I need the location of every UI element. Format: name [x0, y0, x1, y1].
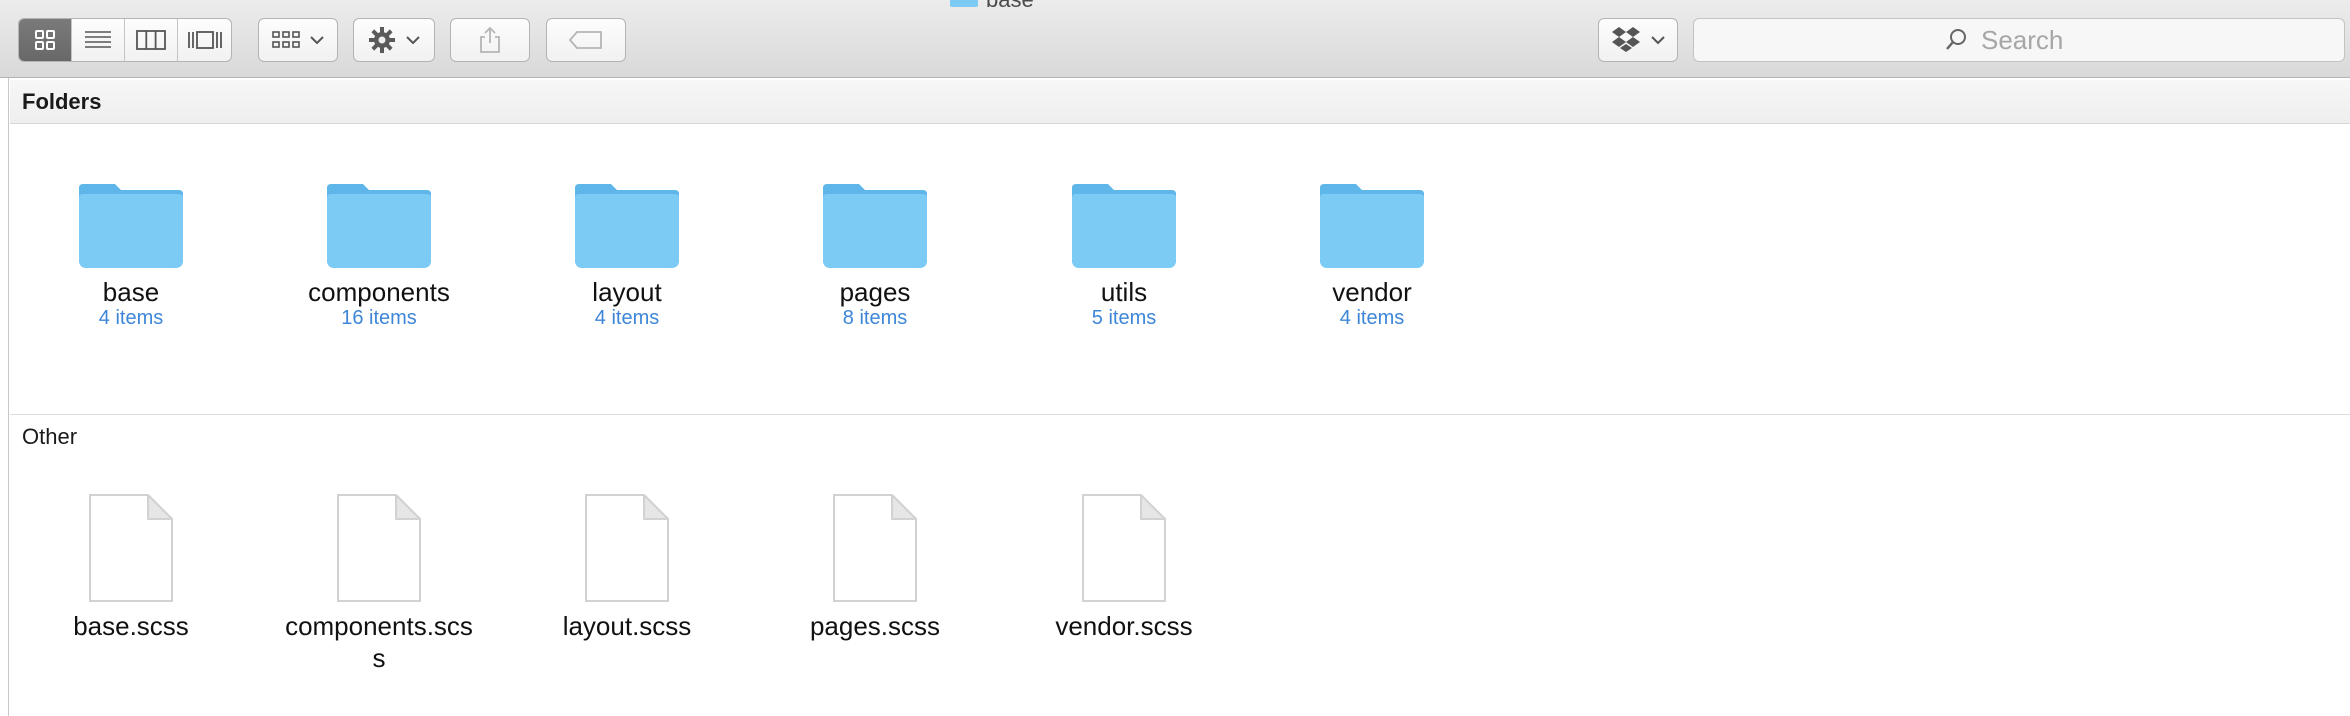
dropbox-icon	[1612, 27, 1640, 52]
folder-item[interactable]: layout 4 items	[517, 180, 737, 330]
file-name: base.scss	[73, 611, 189, 641]
folder-name: components	[308, 277, 450, 307]
folder-icon	[1320, 184, 1424, 268]
toolbar: base	[0, 0, 2350, 78]
document-icon	[1082, 494, 1166, 602]
view-mode-control	[18, 18, 232, 62]
action-menu-button[interactable]	[353, 18, 435, 62]
section-title: Other	[22, 423, 78, 449]
folder-item-count: 4 items	[1339, 307, 1405, 329]
cover-flow-icon	[187, 31, 222, 49]
folder-item[interactable]: utils 5 items	[1014, 180, 1234, 330]
folder-icon	[950, 0, 978, 7]
file-item[interactable]: vendor.scss	[1014, 492, 1234, 642]
file-name: layout.scss	[562, 611, 692, 641]
arrange-grid-icon	[272, 31, 300, 48]
folder-item-count: 4 items	[98, 307, 164, 329]
window-title-text: base	[986, 0, 1034, 13]
window-title: base	[950, 0, 1034, 12]
folder-name: base	[102, 277, 160, 307]
arrange-menu-button[interactable]	[258, 18, 338, 62]
document-icon	[337, 494, 421, 602]
folder-icon	[823, 184, 927, 268]
dropbox-button[interactable]	[1598, 18, 1678, 62]
file-name: pages.scss	[809, 611, 941, 641]
file-item[interactable]: components.scss	[269, 492, 489, 674]
folder-item[interactable]: base 4 items	[21, 180, 241, 330]
file-item[interactable]: pages.scss	[765, 492, 985, 642]
document-icon	[585, 494, 669, 602]
folder-item[interactable]: components 16 items	[269, 180, 489, 330]
folder-item-count: 4 items	[594, 307, 660, 329]
folders-section-header: Folders	[10, 80, 2350, 124]
search-icon	[1946, 29, 1966, 50]
folder-name: utils	[1100, 277, 1148, 307]
column-view-button[interactable]	[125, 19, 178, 61]
folder-icon	[1072, 184, 1176, 268]
file-item[interactable]: base.scss	[21, 492, 241, 642]
finder-window: base	[0, 0, 2350, 716]
gear-icon	[369, 27, 395, 53]
icon-view-button[interactable]	[19, 19, 72, 61]
folder-item-count: 8 items	[842, 307, 908, 329]
folder-icon	[575, 184, 679, 268]
chevron-down-icon	[310, 36, 324, 45]
search-input[interactable]	[1979, 23, 2093, 57]
folder-item[interactable]: pages 8 items	[765, 180, 985, 330]
document-icon	[833, 494, 917, 602]
search-field[interactable]	[1693, 18, 2345, 62]
tag-icon	[568, 31, 602, 49]
share-button[interactable]	[450, 18, 530, 62]
document-icon	[89, 494, 173, 602]
column-view-icon	[136, 30, 166, 50]
share-icon	[480, 26, 500, 53]
folder-item[interactable]: vendor 4 items	[1262, 180, 1482, 330]
folder-name: pages	[839, 277, 911, 307]
list-view-button[interactable]	[72, 19, 125, 61]
folder-name: layout	[592, 277, 662, 307]
file-name: components.scss	[285, 611, 473, 673]
folder-item-count: 5 items	[1091, 307, 1157, 329]
other-section-header: Other	[10, 414, 2350, 458]
icon-view-icon	[35, 30, 55, 50]
file-item[interactable]: layout.scss	[517, 492, 737, 642]
list-view-icon	[85, 31, 111, 48]
chevron-down-icon	[1651, 36, 1665, 45]
chevron-down-icon	[406, 36, 420, 45]
file-name: vendor.scss	[1055, 611, 1193, 641]
section-title: Folders	[22, 88, 102, 114]
tag-button[interactable]	[546, 18, 626, 62]
sidebar-edge	[0, 78, 9, 716]
folder-name: vendor	[1332, 277, 1412, 307]
folder-icon	[327, 184, 431, 268]
cover-flow-view-button[interactable]	[178, 19, 231, 61]
folder-icon	[79, 184, 183, 268]
folder-item-count: 16 items	[341, 307, 417, 329]
